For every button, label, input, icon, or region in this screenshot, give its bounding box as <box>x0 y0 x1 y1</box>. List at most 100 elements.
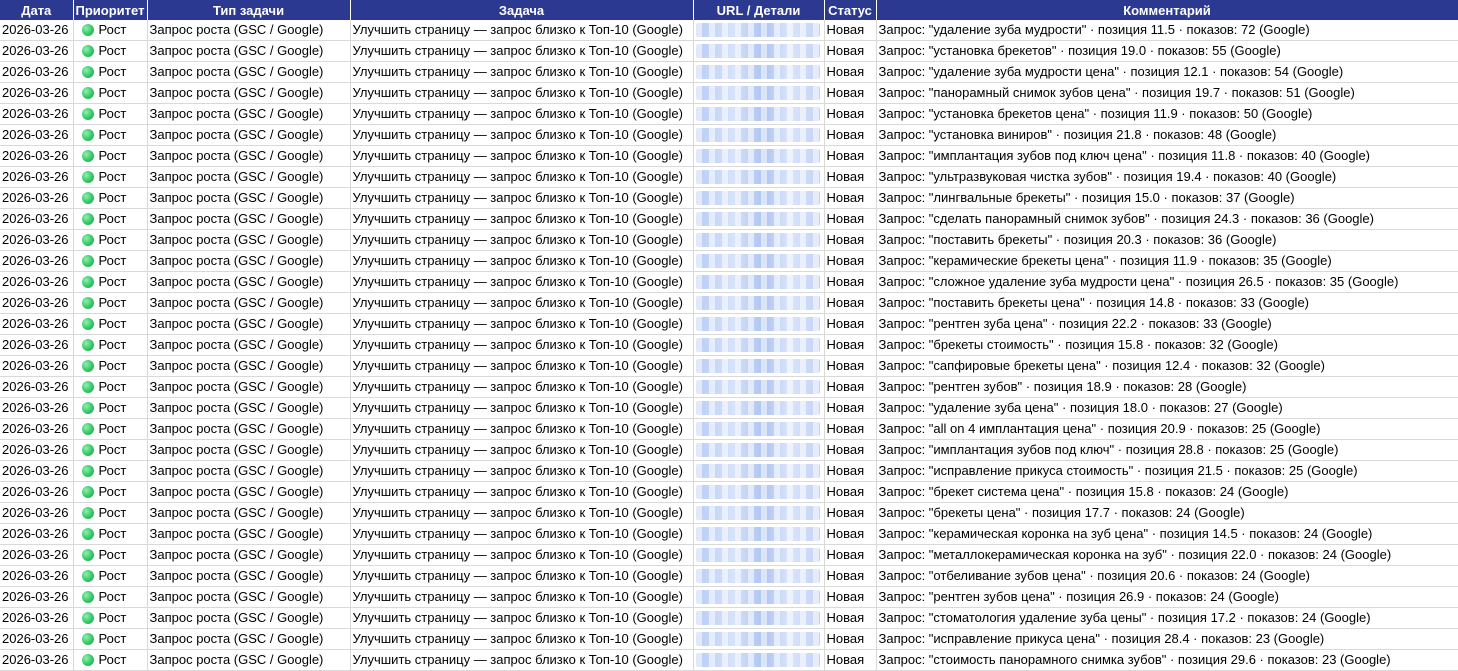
status-cell[interactable]: Новая <box>824 166 877 188</box>
priority-cell[interactable]: Рост <box>73 649 148 671</box>
url-cell[interactable] <box>693 376 825 398</box>
date-cell[interactable]: 2026-03-26 <box>0 334 74 356</box>
status-cell[interactable]: Новая <box>824 523 877 545</box>
status-cell[interactable]: Новая <box>824 61 877 83</box>
priority-cell[interactable]: Рост <box>73 355 148 377</box>
date-cell[interactable]: 2026-03-26 <box>0 607 74 629</box>
table-row[interactable]: 2026-03-26 Рост Запрос роста (GSC / Google… <box>0 439 1458 461</box>
status-cell[interactable]: Новая <box>824 481 877 503</box>
date-cell[interactable]: 2026-03-26 <box>0 586 74 608</box>
status-cell[interactable]: Новая <box>824 565 877 587</box>
url-cell[interactable] <box>693 565 825 587</box>
priority-cell[interactable]: Рост <box>73 565 148 587</box>
url-cell[interactable] <box>693 355 825 377</box>
task-cell[interactable]: Улучшить страницу — запрос близко к Топ-… <box>350 229 694 251</box>
date-cell[interactable]: 2026-03-26 <box>0 103 74 125</box>
table-row[interactable]: 2026-03-26 Рост Запрос роста (GSC / Google… <box>0 124 1458 146</box>
priority-cell[interactable]: Рост <box>73 145 148 167</box>
task-type-cell[interactable]: Запрос роста (GSC / Google) <box>147 607 351 629</box>
task-cell[interactable]: Улучшить страницу — запрос близко к Топ-… <box>350 250 694 272</box>
priority-cell[interactable]: Рост <box>73 124 148 146</box>
table-row[interactable]: 2026-03-26 Рост Запрос роста (GSC / Google… <box>0 145 1458 167</box>
status-cell[interactable]: Новая <box>824 250 877 272</box>
priority-cell[interactable]: Рост <box>73 166 148 188</box>
comment-cell[interactable]: Запрос: "установка виниров" · позиция 21… <box>876 124 1458 146</box>
task-type-cell[interactable]: Запрос роста (GSC / Google) <box>147 523 351 545</box>
date-cell[interactable]: 2026-03-26 <box>0 376 74 398</box>
task-cell[interactable]: Улучшить страницу — запрос близко к Топ-… <box>350 103 694 125</box>
url-cell[interactable] <box>693 334 825 356</box>
status-cell[interactable]: Новая <box>824 187 877 209</box>
task-cell[interactable]: Улучшить страницу — запрос близко к Топ-… <box>350 187 694 209</box>
url-cell[interactable] <box>693 313 825 335</box>
comment-cell[interactable]: Запрос: "панорамный снимок зубов цена" ·… <box>876 82 1458 104</box>
url-cell[interactable] <box>693 502 825 524</box>
url-cell[interactable] <box>693 229 825 251</box>
task-type-cell[interactable]: Запрос роста (GSC / Google) <box>147 271 351 293</box>
date-cell[interactable]: 2026-03-26 <box>0 355 74 377</box>
task-type-cell[interactable]: Запрос роста (GSC / Google) <box>147 481 351 503</box>
table-row[interactable]: 2026-03-26 Рост Запрос роста (GSC / Google… <box>0 271 1458 293</box>
priority-cell[interactable]: Рост <box>73 628 148 650</box>
comment-cell[interactable]: Запрос: "исправление прикуса стоимость" … <box>876 460 1458 482</box>
priority-cell[interactable]: Рост <box>73 187 148 209</box>
table-row[interactable]: 2026-03-26 Рост Запрос роста (GSC / Google… <box>0 649 1458 671</box>
url-cell[interactable] <box>693 523 825 545</box>
task-cell[interactable]: Улучшить страницу — запрос близко к Топ-… <box>350 586 694 608</box>
table-row[interactable]: 2026-03-26 Рост Запрос роста (GSC / Google… <box>0 460 1458 482</box>
comment-cell[interactable]: Запрос: "сложное удаление зуба мудрости … <box>876 271 1458 293</box>
priority-cell[interactable]: Рост <box>73 502 148 524</box>
task-type-cell[interactable]: Запрос роста (GSC / Google) <box>147 334 351 356</box>
comment-cell[interactable]: Запрос: "стоимость панорамного снимка зу… <box>876 649 1458 671</box>
task-cell[interactable]: Улучшить страницу — запрос близко к Топ-… <box>350 208 694 230</box>
date-cell[interactable]: 2026-03-26 <box>0 439 74 461</box>
priority-cell[interactable]: Рост <box>73 460 148 482</box>
task-type-cell[interactable]: Запрос роста (GSC / Google) <box>147 586 351 608</box>
status-cell[interactable]: Новая <box>824 292 877 314</box>
status-cell[interactable]: Новая <box>824 334 877 356</box>
task-type-cell[interactable]: Запрос роста (GSC / Google) <box>147 460 351 482</box>
status-cell[interactable]: Новая <box>824 649 877 671</box>
task-cell[interactable]: Улучшить страницу — запрос близко к Топ-… <box>350 40 694 62</box>
task-type-cell[interactable]: Запрос роста (GSC / Google) <box>147 313 351 335</box>
task-type-cell[interactable]: Запрос роста (GSC / Google) <box>147 418 351 440</box>
url-cell[interactable] <box>693 40 825 62</box>
comment-cell[interactable]: Запрос: "брекеты стоимость" · позиция 15… <box>876 334 1458 356</box>
date-cell[interactable]: 2026-03-26 <box>0 292 74 314</box>
comment-cell[interactable]: Запрос: "ультразвуковая чистка зубов" · … <box>876 166 1458 188</box>
comment-cell[interactable]: Запрос: "поставить брекеты цена" · позиц… <box>876 292 1458 314</box>
table-row[interactable]: 2026-03-26 Рост Запрос роста (GSC / Google… <box>0 565 1458 587</box>
status-cell[interactable]: Новая <box>824 397 877 419</box>
status-cell[interactable]: Новая <box>824 82 877 104</box>
task-cell[interactable]: Улучшить страницу — запрос близко к Топ-… <box>350 61 694 83</box>
comment-cell[interactable]: Запрос: "стоматология удаление зуба цены… <box>876 607 1458 629</box>
comment-cell[interactable]: Запрос: "лингвальные брекеты" · позиция … <box>876 187 1458 209</box>
date-cell[interactable]: 2026-03-26 <box>0 40 74 62</box>
priority-cell[interactable]: Рост <box>73 313 148 335</box>
url-cell[interactable] <box>693 292 825 314</box>
date-cell[interactable]: 2026-03-26 <box>0 61 74 83</box>
date-cell[interactable]: 2026-03-26 <box>0 460 74 482</box>
priority-cell[interactable]: Рост <box>73 208 148 230</box>
status-cell[interactable]: Новая <box>824 145 877 167</box>
task-type-cell[interactable]: Запрос роста (GSC / Google) <box>147 628 351 650</box>
date-cell[interactable]: 2026-03-26 <box>0 544 74 566</box>
comment-cell[interactable]: Запрос: "исправление прикуса цена" · поз… <box>876 628 1458 650</box>
task-type-cell[interactable]: Запрос роста (GSC / Google) <box>147 292 351 314</box>
status-cell[interactable]: Новая <box>824 103 877 125</box>
url-cell[interactable] <box>693 145 825 167</box>
status-cell[interactable]: Новая <box>824 271 877 293</box>
comment-cell[interactable]: Запрос: "брекет система цена" · позиция … <box>876 481 1458 503</box>
date-cell[interactable]: 2026-03-26 <box>0 523 74 545</box>
priority-cell[interactable]: Рост <box>73 523 148 545</box>
comment-cell[interactable]: Запрос: "all on 4 имплантация цена" · по… <box>876 418 1458 440</box>
priority-cell[interactable]: Рост <box>73 271 148 293</box>
priority-cell[interactable]: Рост <box>73 376 148 398</box>
table-row[interactable]: 2026-03-26 Рост Запрос роста (GSC / Google… <box>0 586 1458 608</box>
date-cell[interactable]: 2026-03-26 <box>0 313 74 335</box>
task-cell[interactable]: Улучшить страницу — запрос близко к Топ-… <box>350 397 694 419</box>
task-type-cell[interactable]: Запрос роста (GSC / Google) <box>147 187 351 209</box>
status-cell[interactable]: Новая <box>824 544 877 566</box>
task-type-cell[interactable]: Запрос роста (GSC / Google) <box>147 397 351 419</box>
date-cell[interactable]: 2026-03-26 <box>0 166 74 188</box>
